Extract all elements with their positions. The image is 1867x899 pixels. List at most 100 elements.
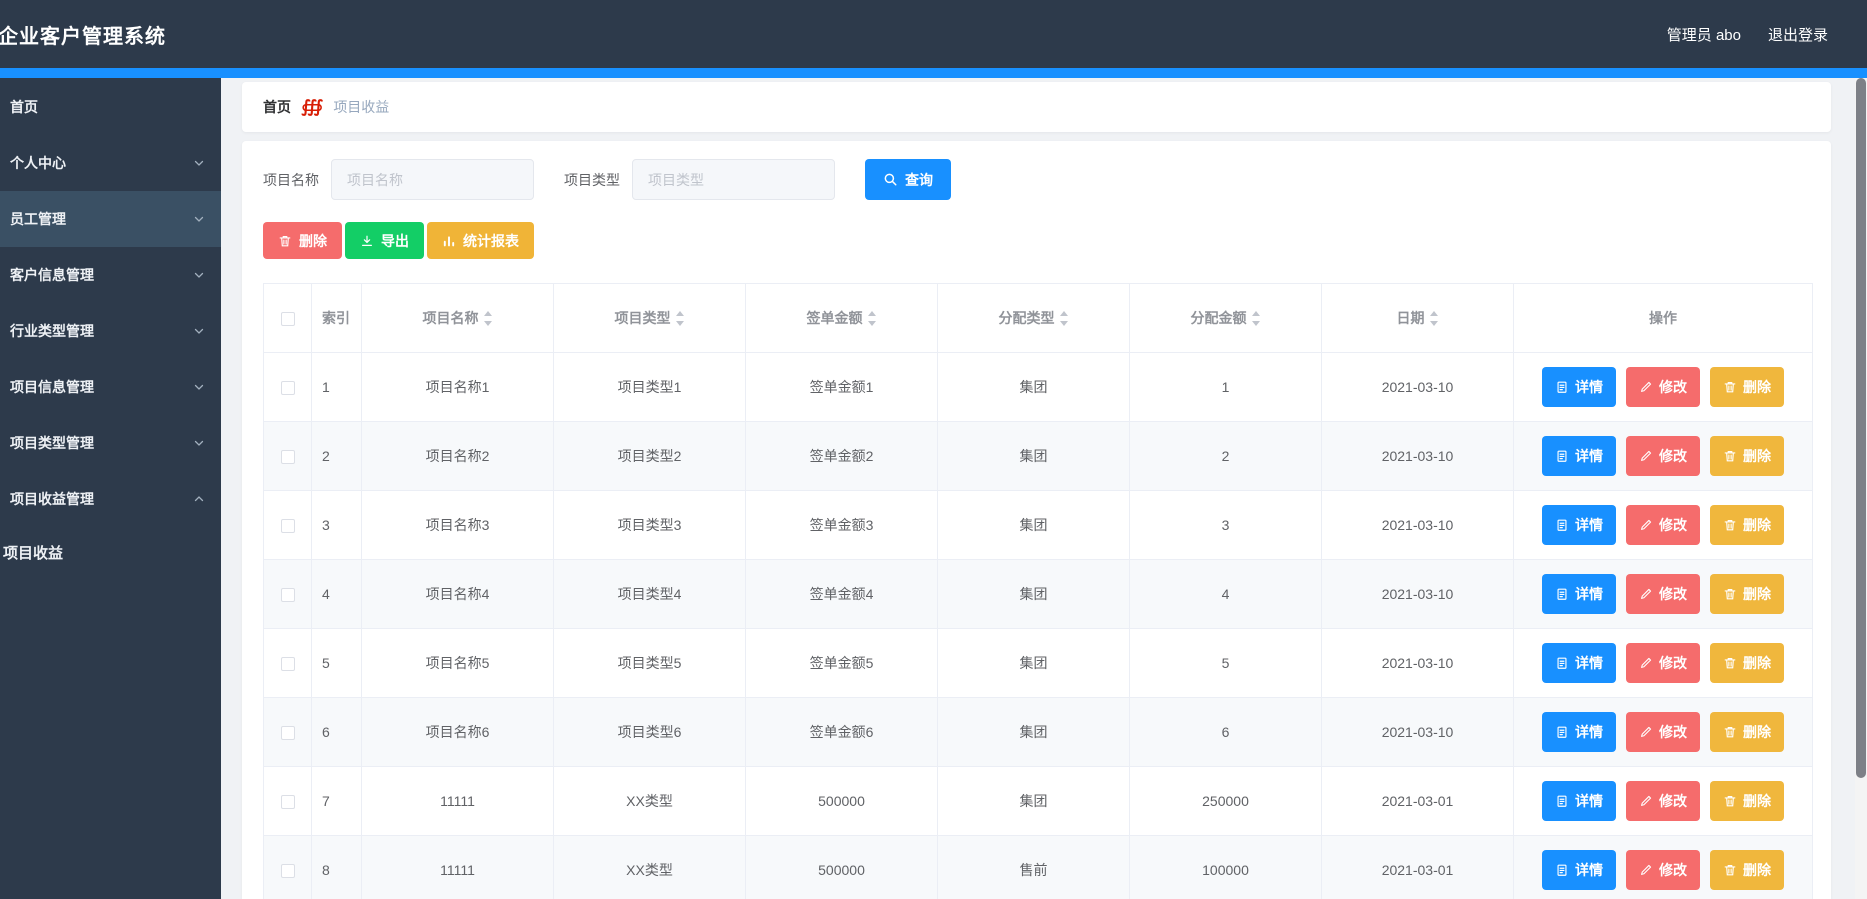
- breadcrumb: 首页 ∰ 项目收益: [242, 82, 1831, 132]
- export-button[interactable]: 导出: [345, 222, 424, 259]
- table-row: 3 项目名称3 项目类型3 签单金额3 集团 3 2021-03-10 详情 修改 删除: [263, 490, 1813, 560]
- row-delete-button[interactable]: 删除: [1710, 643, 1784, 683]
- sidebar-item-员工管理[interactable]: 员工管理: [0, 191, 221, 247]
- cell-actions: 详情 修改 删除: [1513, 697, 1813, 767]
- row-edit-button[interactable]: 修改: [1626, 850, 1700, 890]
- row-edit-button[interactable]: 修改: [1626, 712, 1700, 752]
- search-button[interactable]: 查询: [865, 159, 951, 200]
- cell-sign_amount: 签单金额2: [745, 421, 938, 491]
- trash-icon: [1723, 449, 1737, 463]
- sidebar-subitem-项目收益[interactable]: 项目收益: [0, 527, 221, 577]
- data-table: 索引 项目名称 项目类型 签单金额 分配类型 分配金额 日期 操作 1 项目名称1 项目类型1 签单…: [263, 283, 1813, 899]
- row-delete-label: 删除: [1743, 379, 1771, 395]
- sort-caret-icon[interactable]: [1251, 310, 1261, 327]
- select-all-checkbox[interactable]: [280, 312, 295, 327]
- row-checkbox[interactable]: [280, 726, 295, 741]
- cell-date: 2021-03-01: [1321, 835, 1514, 899]
- trash-icon: [278, 234, 292, 248]
- top-bar: 企业客户管理系统 管理员 abo 退出登录: [0, 0, 1867, 68]
- row-delete-button[interactable]: 删除: [1710, 367, 1784, 407]
- row-detail-button[interactable]: 详情: [1542, 781, 1616, 821]
- column-header-项目名称[interactable]: 项目名称: [361, 283, 554, 353]
- sort-caret-icon[interactable]: [1429, 310, 1439, 327]
- pencil-icon: [1639, 380, 1653, 394]
- row-edit-label: 修改: [1659, 517, 1687, 533]
- cell-index: 1: [311, 352, 362, 422]
- scrollbar-track[interactable]: [1855, 78, 1867, 899]
- logout-link[interactable]: 退出登录: [1768, 24, 1828, 45]
- row-delete-button[interactable]: 删除: [1710, 712, 1784, 752]
- row-edit-button[interactable]: 修改: [1626, 574, 1700, 614]
- sort-caret-icon[interactable]: [867, 310, 877, 327]
- column-header-分配金额[interactable]: 分配金额: [1129, 283, 1322, 353]
- breadcrumb-home-link[interactable]: 首页: [263, 97, 291, 117]
- column-header-label: 项目类型: [614, 310, 671, 326]
- document-icon: [1555, 725, 1569, 739]
- sidebar-item-个人中心[interactable]: 个人中心: [0, 135, 221, 191]
- column-header-签单金额[interactable]: 签单金额: [745, 283, 938, 353]
- row-edit-button[interactable]: 修改: [1626, 781, 1700, 821]
- row-delete-button[interactable]: 删除: [1710, 505, 1784, 545]
- sidebar-item-客户信息管理[interactable]: 客户信息管理: [0, 247, 221, 303]
- row-detail-button[interactable]: 详情: [1542, 574, 1616, 614]
- row-checkbox[interactable]: [280, 519, 295, 534]
- row-delete-button[interactable]: 删除: [1710, 850, 1784, 890]
- cell-index: 2: [311, 421, 362, 491]
- row-delete-button[interactable]: 删除: [1710, 781, 1784, 821]
- cell-select: [263, 490, 312, 560]
- trash-icon: [1723, 794, 1737, 808]
- chevron-down-icon: [193, 325, 205, 337]
- cell-alloc_type: 售前: [937, 835, 1130, 899]
- row-detail-button[interactable]: 详情: [1542, 436, 1616, 476]
- row-checkbox[interactable]: [280, 588, 295, 603]
- scrollbar-thumb[interactable]: [1856, 78, 1866, 778]
- row-checkbox[interactable]: [280, 795, 295, 810]
- sidebar-item-项目信息管理[interactable]: 项目信息管理: [0, 359, 221, 415]
- table-body: 1 项目名称1 项目类型1 签单金额1 集团 1 2021-03-10 详情 修改 删除 2 项目名称…: [263, 352, 1813, 899]
- cell-select: [263, 766, 312, 836]
- row-detail-button[interactable]: 详情: [1542, 367, 1616, 407]
- row-detail-button[interactable]: 详情: [1542, 643, 1616, 683]
- sidebar-item-项目类型管理[interactable]: 项目类型管理: [0, 415, 221, 471]
- sidebar-item-首页[interactable]: 首页: [0, 79, 221, 135]
- row-delete-button[interactable]: 删除: [1710, 574, 1784, 614]
- report-button[interactable]: 统计报表: [427, 222, 534, 259]
- row-checkbox[interactable]: [280, 450, 295, 465]
- column-header-label: 项目名称: [422, 310, 479, 326]
- trash-icon: [1723, 587, 1737, 601]
- sort-caret-icon[interactable]: [1059, 310, 1069, 327]
- row-edit-button[interactable]: 修改: [1626, 436, 1700, 476]
- row-checkbox[interactable]: [280, 864, 295, 879]
- row-detail-button[interactable]: 详情: [1542, 505, 1616, 545]
- project-name-input[interactable]: [331, 159, 534, 200]
- row-detail-button[interactable]: 详情: [1542, 712, 1616, 752]
- row-edit-label: 修改: [1659, 379, 1687, 395]
- cell-actions: 详情 修改 删除: [1513, 628, 1813, 698]
- row-edit-button[interactable]: 修改: [1626, 367, 1700, 407]
- current-user-label[interactable]: 管理员 abo: [1667, 24, 1741, 45]
- bulk-delete-button[interactable]: 删除: [263, 222, 342, 259]
- row-delete-button[interactable]: 删除: [1710, 436, 1784, 476]
- sidebar-item-项目收益管理[interactable]: 项目收益管理: [0, 471, 221, 527]
- sort-caret-icon[interactable]: [675, 310, 685, 327]
- cell-type: 项目类型3: [553, 490, 746, 560]
- row-checkbox[interactable]: [280, 381, 295, 396]
- cell-sign_amount: 签单金额3: [745, 490, 938, 560]
- table-header-row: 索引 项目名称 项目类型 签单金额 分配类型 分配金额 日期 操作: [263, 283, 1813, 353]
- cell-index: 8: [311, 835, 362, 899]
- cell-alloc_type: 集团: [937, 766, 1130, 836]
- column-header-分配类型[interactable]: 分配类型: [937, 283, 1130, 353]
- project-type-input[interactable]: [632, 159, 835, 200]
- cell-index: 7: [311, 766, 362, 836]
- table-row: 5 项目名称5 项目类型5 签单金额5 集团 5 2021-03-10 详情 修改 删除: [263, 628, 1813, 698]
- row-delete-label: 删除: [1743, 586, 1771, 602]
- row-edit-button[interactable]: 修改: [1626, 505, 1700, 545]
- sort-caret-icon[interactable]: [483, 310, 493, 327]
- column-header-日期[interactable]: 日期: [1321, 283, 1514, 353]
- cell-alloc_amount: 5: [1129, 628, 1322, 698]
- row-checkbox[interactable]: [280, 657, 295, 672]
- column-header-项目类型[interactable]: 项目类型: [553, 283, 746, 353]
- row-detail-button[interactable]: 详情: [1542, 850, 1616, 890]
- row-edit-button[interactable]: 修改: [1626, 643, 1700, 683]
- sidebar-item-行业类型管理[interactable]: 行业类型管理: [0, 303, 221, 359]
